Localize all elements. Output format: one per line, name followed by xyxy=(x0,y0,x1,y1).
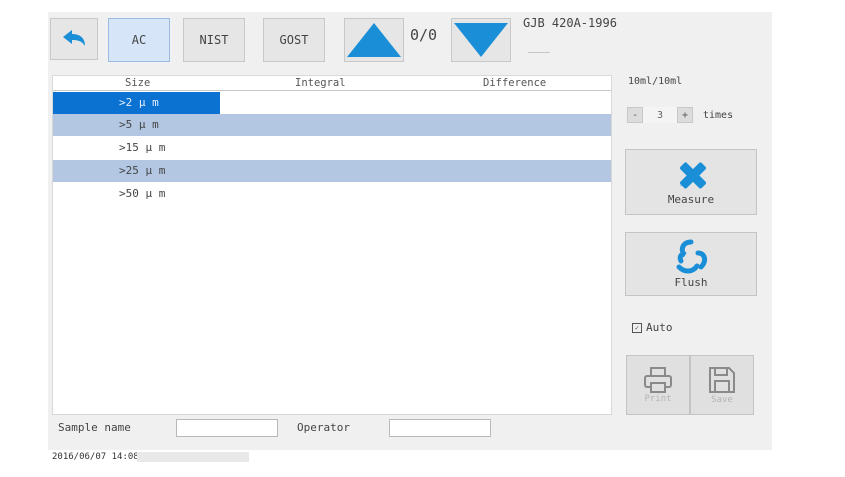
print-button[interactable]: Print xyxy=(626,355,690,415)
flush-button[interactable]: Flush xyxy=(625,232,757,296)
auto-label: Auto xyxy=(646,321,673,334)
auto-checkbox[interactable]: ✓ Auto xyxy=(632,321,673,334)
checkbox-checked-icon: ✓ xyxy=(632,322,642,333)
table-row[interactable]: >15 μ m xyxy=(53,137,611,159)
measure-button[interactable]: Measure xyxy=(625,149,757,215)
table-row[interactable]: >2 μ m xyxy=(53,92,611,114)
previous-button[interactable] xyxy=(344,18,404,62)
printer-icon xyxy=(644,367,672,393)
times-value[interactable]: 3 xyxy=(643,107,677,123)
save-icon xyxy=(709,367,735,393)
save-button[interactable]: Save xyxy=(690,355,754,415)
up-arrow-icon xyxy=(347,23,401,57)
ac-button[interactable]: AC xyxy=(108,18,170,62)
standard-subtitle: ____ xyxy=(528,44,550,54)
measure-icon xyxy=(680,162,706,188)
row-size-label: >2 μ m xyxy=(119,96,159,109)
down-arrow-icon xyxy=(454,23,508,57)
sample-name-input[interactable] xyxy=(176,419,278,437)
results-table: Size Integral Difference >2 μ m >5 μ m >… xyxy=(52,75,612,415)
row-size-label: >5 μ m xyxy=(119,118,159,131)
back-arrow-icon xyxy=(63,30,85,46)
save-label: Save xyxy=(711,395,733,405)
times-stepper: - 3 + times xyxy=(627,107,733,123)
back-button[interactable] xyxy=(50,18,98,60)
flush-label: Flush xyxy=(674,276,708,289)
standard-title: GJB 420A-1996 xyxy=(523,16,617,30)
column-header-difference: Difference xyxy=(483,77,547,89)
table-header: Size Integral Difference xyxy=(53,76,611,91)
row-size-label: >25 μ m xyxy=(119,164,166,177)
table-row[interactable]: >25 μ m xyxy=(53,160,611,182)
minus-button[interactable]: - xyxy=(627,107,643,123)
status-bar-field xyxy=(137,452,249,462)
gost-button[interactable]: GOST xyxy=(263,18,325,62)
table-row[interactable]: >5 μ m xyxy=(53,114,611,136)
plus-button[interactable]: + xyxy=(677,107,693,123)
sample-name-label: Sample name xyxy=(58,421,131,434)
result-counter: 0/0 xyxy=(410,26,438,44)
print-label: Print xyxy=(644,394,672,404)
flush-icon xyxy=(676,239,708,274)
nist-button[interactable]: NIST xyxy=(183,18,245,62)
row-size-label: >50 μ m xyxy=(119,187,166,200)
operator-label: Operator xyxy=(297,421,350,434)
table-row[interactable]: >50 μ m xyxy=(53,183,611,205)
row-size-label: >15 μ m xyxy=(119,141,166,154)
times-label: times xyxy=(703,109,734,121)
measure-label: Measure xyxy=(667,192,715,206)
volume-label: 10ml/10ml xyxy=(628,76,683,87)
next-button[interactable] xyxy=(451,18,511,62)
column-header-size: Size xyxy=(125,77,151,89)
column-header-integral: Integral xyxy=(295,77,346,89)
operator-input[interactable] xyxy=(389,419,491,437)
